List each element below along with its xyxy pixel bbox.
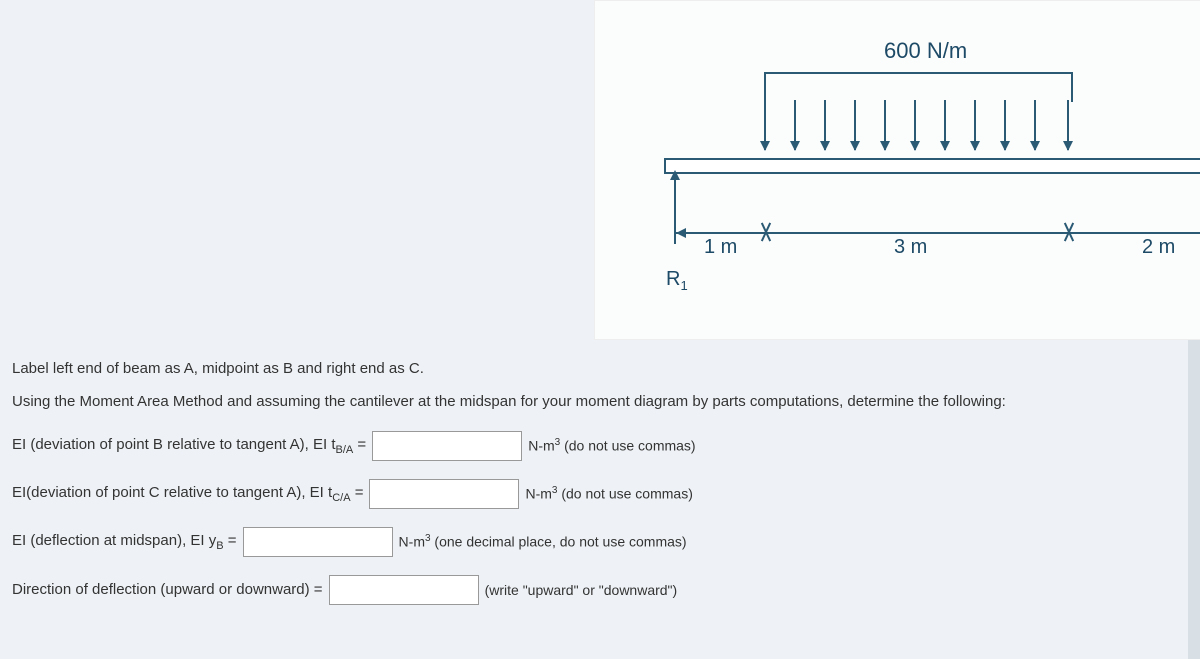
load-arrow-icon (824, 100, 826, 150)
load-arrow-icon (764, 100, 766, 150)
load-arrow-icon (794, 100, 796, 150)
dimension-line (674, 232, 1200, 234)
load-arrow-icon (1034, 100, 1036, 150)
load-arrow-icon (884, 100, 886, 150)
q3-hint: N-m3 (one decimal place, do not use comm… (399, 531, 687, 553)
load-arrow-icon (1004, 100, 1006, 150)
q4-label: Direction of deflection (upward or downw… (12, 579, 323, 602)
q1-input[interactable] (372, 431, 522, 461)
load-arrow-icon (914, 100, 916, 150)
q3-input[interactable] (243, 527, 393, 557)
dimension-1: 1 m (704, 236, 737, 259)
q4-input[interactable] (329, 575, 479, 605)
beam (664, 158, 1200, 174)
distributed-load-label: 600 N/m (884, 38, 967, 64)
reaction-r1-label: R1 (666, 268, 688, 293)
dimension-2: 3 m (894, 236, 927, 259)
dimension-marker-icon (1062, 225, 1076, 239)
dimension-arrow-icon (676, 228, 686, 238)
problem-statement: Label left end of beam as A, midpoint as… (12, 358, 1168, 623)
q3-label: EI (deflection at midspan), EI yB = (12, 530, 237, 555)
instruction-line-1: Label left end of beam as A, midpoint as… (12, 358, 1168, 381)
load-arrow-icon (944, 100, 946, 150)
load-arrow-icon (974, 100, 976, 150)
q2-hint: N-m3 (do not use commas) (525, 483, 692, 505)
question-row-3: EI (deflection at midspan), EI yB = N-m3… (12, 527, 1168, 557)
question-row-4: Direction of deflection (upward or downw… (12, 575, 1168, 605)
q4-hint: (write "upward" or "downward") (485, 580, 678, 601)
load-arrow-icon (854, 100, 856, 150)
q2-input[interactable] (369, 479, 519, 509)
instruction-line-2: Using the Moment Area Method and assumin… (12, 391, 1168, 414)
load-arrow-icon (1067, 100, 1069, 150)
question-row-2: EI(deviation of point C relative to tang… (12, 479, 1168, 509)
dimension-3: 2 m (1142, 236, 1175, 259)
q1-label: EI (deviation of point B relative to tan… (12, 434, 366, 459)
q2-label: EI(deviation of point C relative to tang… (12, 482, 363, 507)
question-row-1: EI (deviation of point B relative to tan… (12, 431, 1168, 461)
dimension-marker-icon (759, 225, 773, 239)
load-region (764, 72, 1073, 102)
beam-diagram: 600 N/m 1 m 3 m 2 m R1 R2 (594, 0, 1200, 340)
q1-hint: N-m3 (do not use commas) (528, 435, 695, 457)
